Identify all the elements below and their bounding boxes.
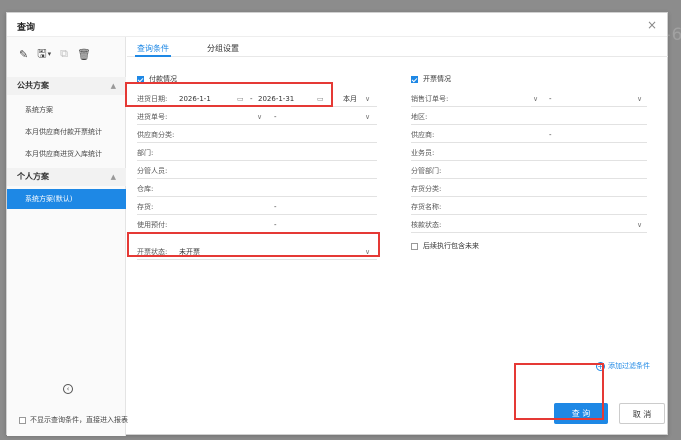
- field-label: 供应商:: [411, 131, 435, 139]
- title-bar: 查询 ×: [7, 13, 667, 37]
- checkbox-label: 不显示查询条件，直接进入报表: [30, 416, 128, 424]
- skip-conditions-checkbox[interactable]: 不显示查询条件，直接进入报表: [19, 415, 128, 425]
- calendar-icon[interactable]: ▭: [237, 91, 244, 107]
- field-label: 使用预付:: [137, 221, 168, 229]
- order-no-field[interactable]: 进货单号: ∨ - ∨: [137, 109, 377, 125]
- plus-icon[interactable]: +: [596, 361, 605, 371]
- personal-plans-section[interactable]: 个人方案 ▲: [7, 168, 126, 186]
- plan-item[interactable]: 本月供应商付款开票统计: [7, 123, 126, 141]
- field-label: 业务员:: [411, 149, 435, 157]
- field-label: 分管部门:: [411, 167, 442, 175]
- field-label: 核款状态:: [411, 221, 442, 229]
- calendar-icon[interactable]: ▭: [317, 91, 324, 107]
- field-label: 供应商分类:: [137, 131, 175, 139]
- field-label: 销售订单号:: [411, 95, 449, 103]
- checkbox-box[interactable]: [19, 416, 26, 424]
- query-button[interactable]: 查 询: [554, 403, 608, 424]
- chevron-down-icon[interactable]: ∨: [533, 91, 538, 107]
- salesperson-field[interactable]: 业务员:: [411, 145, 647, 161]
- supplier-field[interactable]: 供应商: -: [411, 127, 647, 143]
- sales-order-field[interactable]: 销售订单号: ∨ - ∨: [411, 91, 647, 107]
- range-separator: -: [274, 203, 277, 211]
- payment-check[interactable]: 付款情况: [137, 74, 177, 84]
- inventory-category-field[interactable]: 存货分类:: [411, 181, 647, 197]
- section-title: 个人方案: [17, 172, 49, 181]
- tab-conditions[interactable]: 查询条件: [135, 43, 171, 57]
- close-icon[interactable]: ×: [647, 18, 657, 32]
- field-label: 开票状态:: [137, 248, 168, 256]
- chevron-down-icon[interactable]: ∨: [257, 109, 262, 125]
- date-end-input[interactable]: 2026-1-31: [258, 91, 294, 107]
- region-field[interactable]: 地区:: [411, 109, 647, 125]
- save-icon[interactable]: 🖫: [37, 45, 46, 64]
- date-start-input[interactable]: 2026-1-1: [179, 91, 211, 107]
- dept-manager-field[interactable]: 分管部门:: [411, 163, 647, 179]
- select-value[interactable]: 未开票: [179, 244, 200, 260]
- plan-toolbar: ✎ 🖫 ▾ ⧉ 🗑: [19, 47, 91, 61]
- field-label: 分管人员:: [137, 167, 168, 175]
- tab-grouping[interactable]: 分组设置: [207, 43, 239, 54]
- prepay-field[interactable]: 使用预付: -: [137, 217, 377, 233]
- range-separator: -: [274, 221, 277, 229]
- checkbox-box[interactable]: [411, 242, 418, 250]
- checkbox-label: 付款情况: [149, 75, 177, 83]
- add-filter-link[interactable]: + 添加过滤条件: [596, 361, 650, 371]
- checkbox-label: 后续执行包含未来: [423, 242, 479, 250]
- chevron-up-icon[interactable]: ▲: [111, 168, 116, 186]
- chevron-up-icon[interactable]: ▲: [111, 77, 116, 95]
- export-icon[interactable]: ⧉: [60, 47, 68, 61]
- section-title: 公共方案: [17, 81, 49, 90]
- field-label: 仓库:: [137, 185, 154, 193]
- field-label: 部门:: [137, 149, 154, 157]
- field-label: 存货:: [137, 203, 154, 211]
- checkbox-box[interactable]: [411, 75, 418, 83]
- date-range-select[interactable]: 本月: [343, 91, 357, 107]
- purchase-date-field[interactable]: 进货日期: 2026-1-1 ▭ - 2026-1-31 ▭ 本月 ∨: [137, 91, 377, 107]
- field-label: 地区:: [411, 113, 428, 121]
- cancel-button[interactable]: 取 消: [619, 403, 665, 424]
- chevron-down-icon[interactable]: ▾: [48, 50, 52, 58]
- public-plans-section[interactable]: 公共方案 ▲: [7, 77, 126, 95]
- plan-item-default[interactable]: 系统方案(默认): [7, 189, 126, 209]
- query-dialog: 查询 × ✎ 🖫 ▾ ⧉ 🗑 公共方案 ▲ 系统方案 本月供应商付款开票统计 本…: [6, 12, 668, 436]
- dialog-title: 查询: [17, 23, 36, 33]
- chevron-down-icon[interactable]: ∨: [365, 109, 370, 125]
- chevron-down-icon[interactable]: ∨: [365, 244, 370, 260]
- collapse-icon[interactable]: ‹: [63, 384, 73, 394]
- plan-item[interactable]: 本月供应商进货入库统计: [7, 145, 126, 163]
- manager-field[interactable]: 分管人员:: [137, 163, 377, 179]
- range-separator: -: [549, 95, 552, 103]
- date-separator: -: [250, 95, 253, 103]
- edit-icon[interactable]: ✎: [19, 48, 28, 61]
- invoice-status-select[interactable]: 开票状态: 未开票 ∨: [137, 244, 377, 260]
- include-unfinished-check[interactable]: 后续执行包含未来: [411, 241, 479, 251]
- delete-icon[interactable]: 🗑: [77, 48, 91, 61]
- tab-bar: 查询条件 分组设置: [127, 37, 668, 57]
- write-off-status-select[interactable]: 核款状态: ∨: [411, 217, 647, 233]
- plan-item[interactable]: 系统方案: [7, 101, 126, 119]
- plan-sidebar: ✎ 🖫 ▾ ⧉ 🗑 公共方案 ▲ 系统方案 本月供应商付款开票统计 本月供应商进…: [7, 37, 128, 436]
- field-label: 进货日期:: [137, 95, 168, 103]
- chevron-down-icon[interactable]: ∨: [637, 217, 642, 233]
- chevron-down-icon[interactable]: ∨: [637, 91, 642, 107]
- invoice-check[interactable]: 开票情况: [411, 74, 451, 84]
- chevron-down-icon[interactable]: ∨: [365, 91, 370, 107]
- range-separator: -: [549, 131, 552, 139]
- field-label: 存货名称:: [411, 203, 442, 211]
- add-filter-label: 添加过滤条件: [608, 362, 650, 370]
- inventory-name-field[interactable]: 存货名称:: [411, 199, 647, 215]
- inventory-field[interactable]: 存货: -: [137, 199, 377, 215]
- checkbox-label: 开票情况: [423, 75, 451, 83]
- supplier-category-field[interactable]: 供应商分类:: [137, 127, 377, 143]
- department-field[interactable]: 部门:: [137, 145, 377, 161]
- range-separator: -: [274, 113, 277, 121]
- warehouse-field[interactable]: 仓库:: [137, 181, 377, 197]
- field-label: 进货单号:: [137, 113, 168, 121]
- field-label: 存货分类:: [411, 185, 442, 193]
- checkbox-box[interactable]: [137, 75, 144, 83]
